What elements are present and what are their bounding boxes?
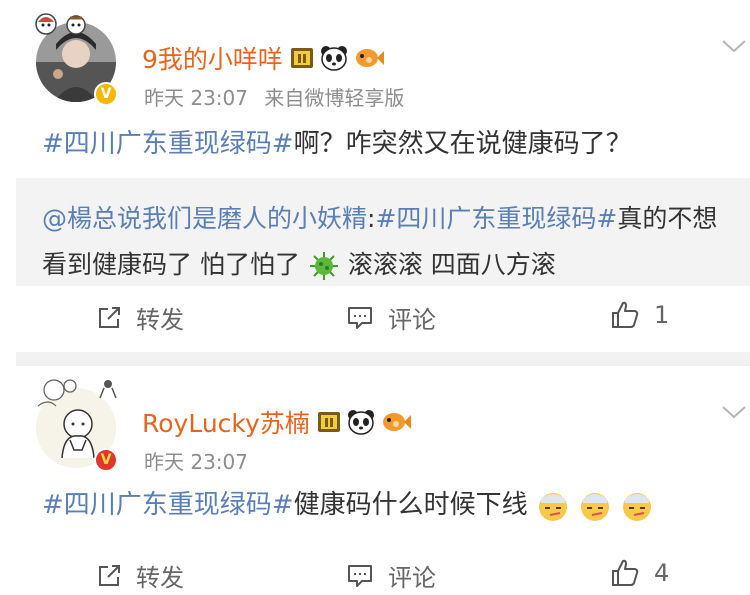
comment-label: 评论 bbox=[388, 564, 436, 592]
fish-icon bbox=[355, 49, 384, 67]
post-time: 昨天 23:07 bbox=[144, 450, 248, 474]
like-button[interactable]: 1 bbox=[610, 300, 669, 330]
post-source[interactable]: 来自微博轻享版 bbox=[264, 86, 404, 110]
vip-badge-icon bbox=[290, 48, 313, 68]
comment-button[interactable]: 评论 bbox=[346, 300, 436, 335]
avatar-decoration-icon bbox=[37, 379, 117, 407]
post-text: 健康码什么时候下线 bbox=[293, 490, 528, 520]
comment-icon bbox=[348, 306, 372, 329]
chevron-down-icon[interactable] bbox=[720, 402, 748, 422]
like-count: 4 bbox=[654, 559, 670, 587]
sick-face-emoji bbox=[581, 492, 610, 521]
weibo-post: V RoyLucky苏楠 昨天 23:07 #四川广东重现绿码#健康码什么时候下… bbox=[0, 366, 750, 595]
repost-label: 转发 bbox=[136, 564, 184, 592]
verified-icon: V bbox=[94, 82, 118, 106]
repost-hashtag-link[interactable]: #四川广东重现绿码# bbox=[375, 204, 617, 233]
repost-text-end: 滚滚滚 四面八方滚 bbox=[339, 250, 556, 279]
repost-button[interactable]: 转发 bbox=[96, 558, 184, 593]
repost-block[interactable]: @楊总说我们是磨人的小妖精:#四川广东重现绿码#真的不想看到健康码了 怕了怕了 … bbox=[16, 178, 750, 286]
like-button[interactable]: 4 bbox=[610, 558, 669, 588]
fish-icon bbox=[382, 413, 411, 431]
repost-button[interactable]: 转发 bbox=[96, 300, 184, 335]
hashtag-link[interactable]: #四川广东重现绿码# bbox=[42, 129, 294, 159]
post-text: 啊？咋突然又在说健康码了？ bbox=[293, 129, 632, 159]
weibo-post: V 9我的小咩咩 昨天 23:07 来自微博轻享版 #四川广东重现绿码#啊？咋突… bbox=[0, 0, 750, 350]
thumbs-up-icon bbox=[612, 559, 639, 586]
post-content: #四川广东重现绿码#健康码什么时候下线 bbox=[42, 486, 730, 524]
post-divider bbox=[16, 352, 750, 366]
comment-icon bbox=[348, 564, 372, 587]
username-link[interactable]: RoyLucky苏楠 bbox=[142, 404, 310, 440]
sick-face-emoji bbox=[538, 492, 567, 521]
hashtag-link[interactable]: #四川广东重现绿码# bbox=[42, 490, 294, 520]
share-icon bbox=[99, 306, 120, 328]
avatar-decoration-icon bbox=[35, 13, 86, 35]
thumbs-up-icon bbox=[612, 301, 639, 328]
share-icon bbox=[99, 564, 120, 586]
post-time: 昨天 23:07 bbox=[144, 86, 248, 110]
comment-label: 评论 bbox=[388, 306, 436, 334]
virus-emoji bbox=[309, 252, 338, 280]
panda-icon bbox=[347, 410, 374, 435]
username-link[interactable]: 9我的小咩咩 bbox=[142, 40, 283, 76]
verified-icon: V bbox=[94, 448, 118, 472]
sick-face-emoji bbox=[623, 492, 652, 521]
like-count: 1 bbox=[654, 301, 670, 329]
mention-link[interactable]: @楊总说我们是磨人的小妖精 bbox=[42, 204, 367, 233]
chevron-down-icon[interactable] bbox=[720, 36, 748, 56]
repost-label: 转发 bbox=[136, 306, 184, 334]
comment-button[interactable]: 评论 bbox=[346, 558, 436, 593]
post-content: #四川广东重现绿码#啊？咋突然又在说健康码了？ bbox=[42, 125, 730, 163]
panda-icon bbox=[320, 46, 347, 71]
vip-badge-icon bbox=[317, 412, 340, 432]
